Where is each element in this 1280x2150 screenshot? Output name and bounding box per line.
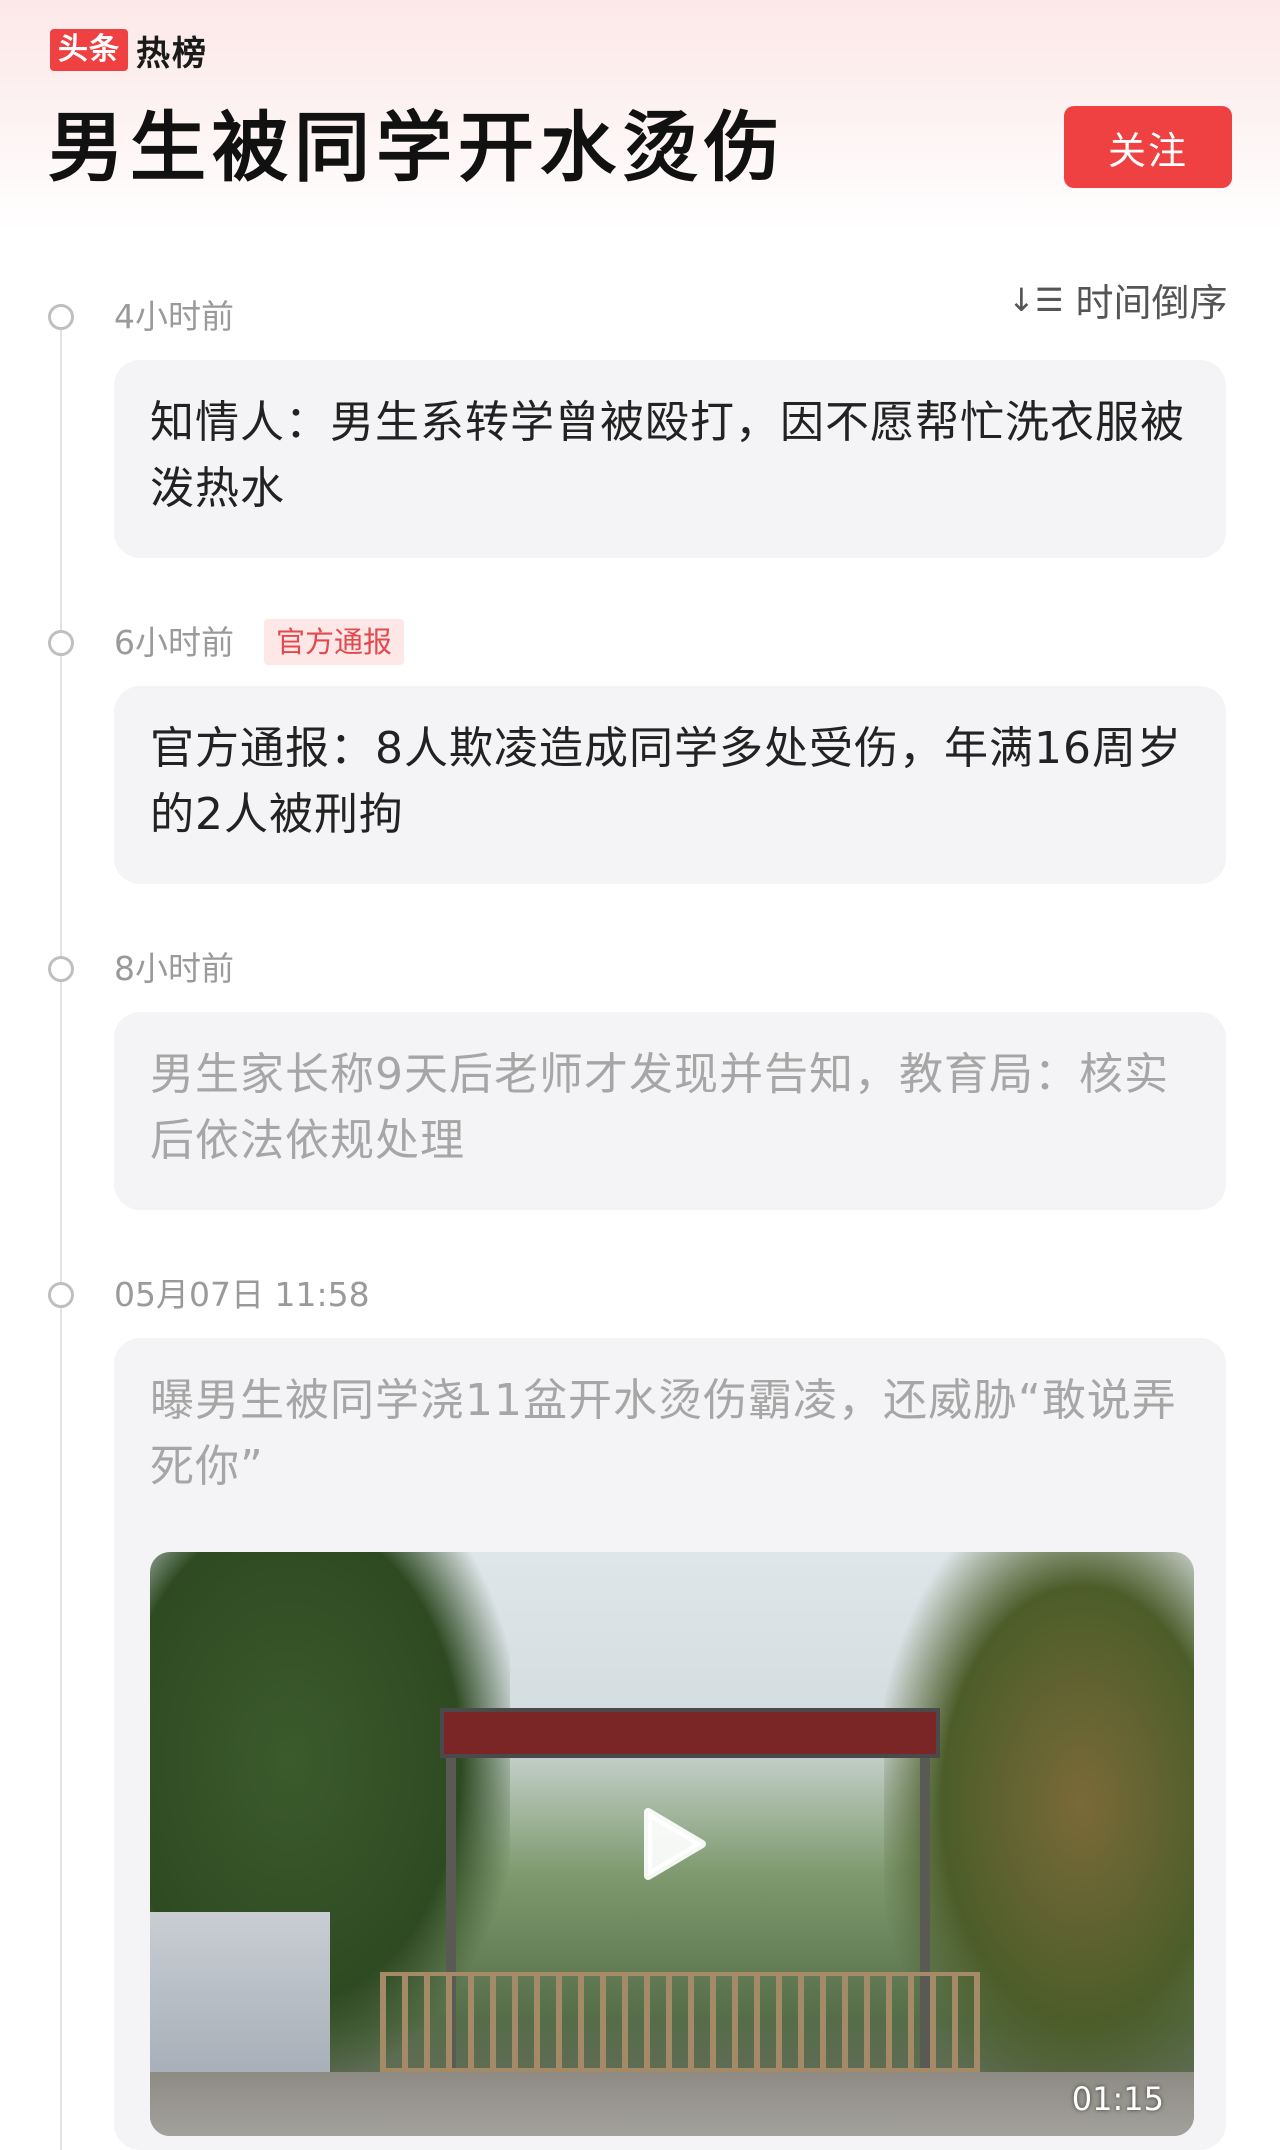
timeline-headline: 官方通报：8人欺凌造成同学多处受伤，年满16周岁的2人被刑拘	[150, 723, 1182, 840]
video-scene-road	[150, 2072, 1194, 2136]
timeline-line	[60, 316, 62, 2150]
timeline-card[interactable]: 知情人：男生系转学曾被殴打，因不愿帮忙洗衣服被泼热水	[114, 360, 1226, 558]
timeline-headline: 知情人：男生系转学曾被殴打，因不愿帮忙洗衣服被泼热水	[150, 397, 1185, 514]
brand-logo: 头条 热榜	[50, 28, 208, 74]
official-report-badge: 官方通报	[264, 619, 405, 665]
timeline-headline: 男生家长称9天后老师才发现并告知，教育局：核实后依法依规处理	[150, 1049, 1169, 1166]
timeline-card[interactable]: 官方通报：8人欺凌造成同学多处受伤，年满16周岁的2人被刑拘	[114, 686, 1226, 884]
timeline-time: 6小时前	[114, 623, 234, 662]
timeline-time: 05月07日 11:58	[114, 1275, 370, 1314]
play-icon[interactable]	[638, 1806, 708, 1882]
video-thumbnail[interactable]: 01:15	[150, 1552, 1194, 2136]
page-title: 男生被同学开水烫伤	[48, 103, 786, 192]
brand-tag: 头条	[50, 29, 128, 71]
timeline-card[interactable]: 曝男生被同学浇11盆开水烫伤霸凌，还威胁“敢说弄死你” 01:15	[114, 1338, 1226, 2150]
timeline-dot	[48, 630, 74, 656]
timeline-card[interactable]: 男生家长称9天后老师才发现并告知，教育局：核实后依法依规处理	[114, 1012, 1226, 1210]
timeline-headline: 曝男生被同学浇11盆开水烫伤霸凌，还威胁“敢说弄死你”	[150, 1375, 1177, 1492]
timeline-time: 4小时前	[114, 297, 234, 336]
video-scene-banner	[440, 1708, 940, 1758]
timeline-dot	[48, 1282, 74, 1308]
brand-name: 热榜	[136, 33, 208, 74]
timeline-dot	[48, 956, 74, 982]
follow-button[interactable]: 关注	[1064, 106, 1232, 188]
timeline-dot	[48, 304, 74, 330]
timeline-time: 8小时前	[114, 949, 234, 988]
video-scene-gate	[380, 1972, 980, 2072]
sort-label: 时间倒序	[1075, 281, 1228, 325]
sort-toggle[interactable]: ↓☰ 时间倒序	[1008, 272, 1228, 327]
sort-order-icon: ↓☰	[1008, 280, 1064, 319]
video-duration: 01:15	[1071, 2080, 1164, 2118]
